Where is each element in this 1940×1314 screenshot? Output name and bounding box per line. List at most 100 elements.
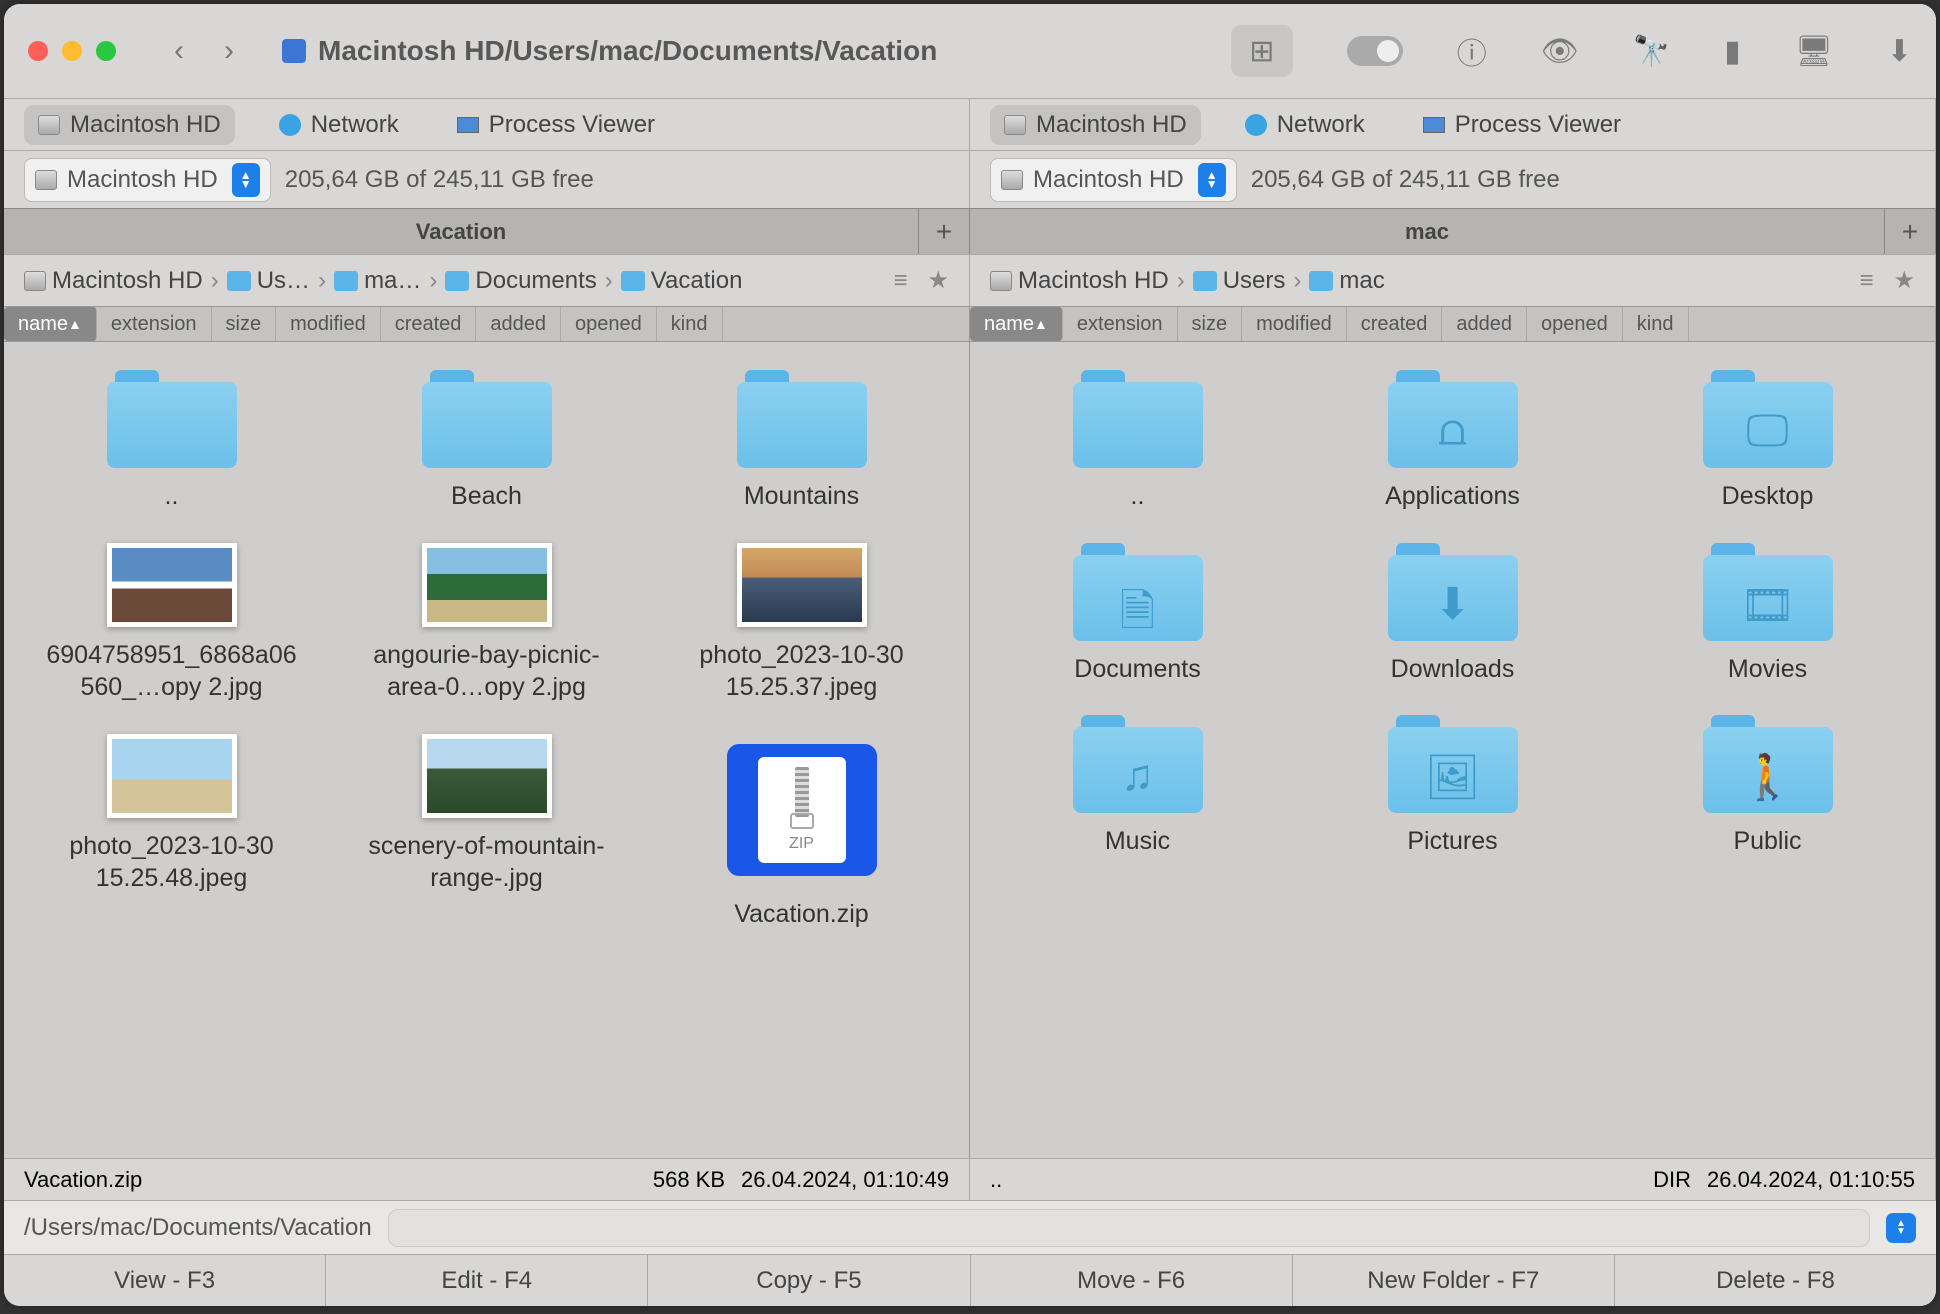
process-icon	[457, 117, 479, 133]
breadcrumb-item[interactable]: Users	[1193, 267, 1286, 295]
list-icon[interactable]: ≡	[893, 267, 907, 295]
breadcrumb-item[interactable]: mac	[1309, 267, 1384, 295]
left-breadcrumb: Macintosh HD›Us…›ma…›Documents›Vacation …	[4, 255, 970, 306]
breadcrumb-item[interactable]: ma…	[334, 267, 421, 295]
server-icon[interactable]: 🖥	[1795, 34, 1833, 69]
icon-view-button[interactable]: ⊞	[1231, 25, 1293, 77]
close-window-button[interactable]	[28, 41, 48, 61]
right-drives: Macintosh HD Network Process Viewer	[970, 99, 1936, 150]
column-header-opened[interactable]: opened	[1527, 307, 1623, 341]
right-grid: .. ⩍Applications 🖵 Desktop 🗎Documents ⬇Downlo…	[990, 370, 1915, 858]
breadcrumb-item[interactable]: Macintosh HD	[24, 267, 203, 295]
column-header-opened[interactable]: opened	[561, 307, 657, 341]
drive-tab-network-r[interactable]: Network	[1231, 105, 1379, 145]
back-button[interactable]: ‹	[174, 34, 184, 68]
folder-item[interactable]: Mountains	[667, 370, 937, 513]
breadcrumb-item[interactable]: Vacation	[621, 267, 743, 295]
folder-item[interactable]: ..	[1003, 370, 1273, 513]
volume-select[interactable]: Macintosh HD▲▼	[24, 158, 271, 202]
column-header-name[interactable]: name	[4, 307, 97, 341]
img-item[interactable]: 6904758951_6868a06560_…opy 2.jpg	[37, 543, 307, 704]
column-header-modified[interactable]: modified	[276, 307, 381, 341]
status-name: Vacation.zip	[24, 1167, 142, 1193]
folder-icon	[334, 271, 358, 291]
folder-glyph-icon: 🎞	[1703, 579, 1833, 631]
drive-tab-network[interactable]: Network	[265, 105, 413, 145]
breadcrumb-item[interactable]: Documents	[445, 267, 596, 295]
chevron-updown-icon: ▲▼	[232, 163, 260, 197]
bottom-button[interactable]: Delete - F8	[1615, 1255, 1936, 1306]
star-icon[interactable]: ★	[927, 266, 949, 295]
left-pane[interactable]: .. Beach Mountains 6904758951_6868a06560_…o…	[4, 342, 970, 1158]
drive-tab-process-r[interactable]: Process Viewer	[1409, 105, 1635, 145]
minimize-window-button[interactable]	[62, 41, 82, 61]
img-item[interactable]: scenery-of-mountain-range-.jpg	[352, 734, 622, 931]
bottom-button[interactable]: Edit - F4	[326, 1255, 648, 1306]
columns-row: nameextensionsizemodifiedcreatedaddedope…	[4, 306, 1936, 342]
chevron-updown-icon[interactable]: ▲▼	[1886, 1213, 1916, 1243]
column-header-kind[interactable]: kind	[657, 307, 723, 341]
column-header-modified[interactable]: modified	[1242, 307, 1347, 341]
folder-glyph-icon: 🖵	[1703, 406, 1833, 456]
folder-item[interactable]: 🖵 Desktop	[1633, 370, 1903, 513]
column-header-created[interactable]: created	[1347, 307, 1443, 341]
status-name-r: ..	[990, 1167, 1002, 1193]
archive-icon[interactable]: ▮	[1724, 34, 1741, 69]
right-status: .. DIR 26.04.2024, 01:10:55	[970, 1159, 1936, 1200]
forward-button[interactable]: ›	[224, 34, 234, 68]
list-icon[interactable]: ≡	[1859, 267, 1873, 295]
item-label: Desktop	[1722, 480, 1814, 513]
folder-item[interactable]: ⩍Applications	[1318, 370, 1588, 513]
drive-tab-hd[interactable]: Macintosh HD	[24, 105, 235, 145]
tab-mac[interactable]: mac	[970, 209, 1885, 254]
bottom-button[interactable]: Move - F6	[971, 1255, 1293, 1306]
folder-item[interactable]: ♫Music	[1003, 715, 1273, 858]
globe-icon	[279, 114, 301, 136]
column-header-name[interactable]: name	[970, 307, 1063, 341]
column-header-size[interactable]: size	[1178, 307, 1243, 341]
download-icon[interactable]: ⬇	[1887, 34, 1912, 69]
path-input[interactable]	[388, 1209, 1870, 1247]
folder-item[interactable]: 🎞Movies	[1633, 543, 1903, 686]
preview-icon[interactable]: 👁	[1541, 34, 1579, 69]
column-header-created[interactable]: created	[381, 307, 477, 341]
add-tab-button-r[interactable]: +	[1885, 209, 1935, 254]
drive-tab-hd-r[interactable]: Macintosh HD	[990, 105, 1201, 145]
toggle-switch[interactable]	[1347, 36, 1403, 66]
folder-item[interactable]: 🖼Pictures	[1318, 715, 1588, 858]
star-icon[interactable]: ★	[1893, 266, 1915, 295]
column-header-added[interactable]: added	[476, 307, 561, 341]
img-item[interactable]: angourie-bay-picnic-area-0…opy 2.jpg	[352, 543, 622, 704]
folder-item[interactable]: ⬇Downloads	[1318, 543, 1588, 686]
drive-tab-process[interactable]: Process Viewer	[443, 105, 669, 145]
folder-item[interactable]: ..	[37, 370, 307, 513]
column-header-extension[interactable]: extension	[97, 307, 212, 341]
column-header-added[interactable]: added	[1442, 307, 1527, 341]
column-header-kind[interactable]: kind	[1623, 307, 1689, 341]
img-item[interactable]: photo_2023-10-30 15.25.48.jpeg	[37, 734, 307, 931]
chevron-right-icon: ›	[318, 267, 326, 295]
folder-item[interactable]: Beach	[352, 370, 622, 513]
breadcrumb-item[interactable]: Macintosh HD	[990, 267, 1169, 295]
img-item[interactable]: photo_2023-10-30 15.25.37.jpeg	[667, 543, 937, 704]
left-tabs: Vacation +	[4, 209, 970, 254]
right-pane[interactable]: .. ⩍Applications 🖵 Desktop 🗎Documents ⬇Downlo…	[970, 342, 1936, 1158]
zip-item[interactable]: ZIPVacation.zip	[667, 734, 937, 931]
item-label: scenery-of-mountain-range-.jpg	[357, 830, 617, 895]
binoculars-icon[interactable]: 🔭	[1633, 34, 1670, 69]
breadcrumb-item[interactable]: Us…	[227, 267, 310, 295]
tab-vacation[interactable]: Vacation	[4, 209, 919, 254]
breadcrumb-label: Macintosh HD	[52, 267, 203, 295]
bottom-button[interactable]: Copy - F5	[648, 1255, 970, 1306]
maximize-window-button[interactable]	[96, 41, 116, 61]
bottom-button[interactable]: View - F3	[4, 1255, 326, 1306]
folder-item[interactable]: 🗎Documents	[1003, 543, 1273, 686]
volume-select-r[interactable]: Macintosh HD▲▼	[990, 158, 1237, 202]
folder-glyph-icon: ⬇	[1388, 579, 1518, 630]
bottom-button[interactable]: New Folder - F7	[1293, 1255, 1615, 1306]
folder-item[interactable]: 🚶Public	[1633, 715, 1903, 858]
column-header-size[interactable]: size	[212, 307, 277, 341]
info-icon[interactable]: ⓘ	[1457, 29, 1487, 73]
add-tab-button[interactable]: +	[919, 209, 969, 254]
column-header-extension[interactable]: extension	[1063, 307, 1178, 341]
